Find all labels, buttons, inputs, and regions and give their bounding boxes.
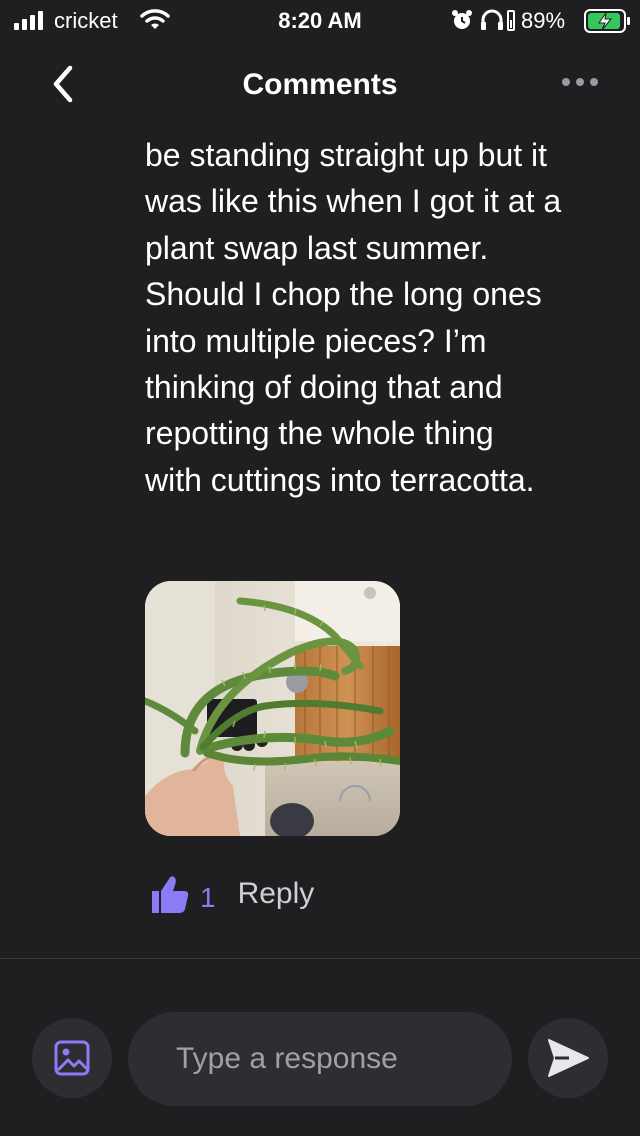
comment-body: be standing straight up but it was like … xyxy=(145,132,615,503)
battery-charging-icon xyxy=(584,9,630,33)
navigation-bar: Comments xyxy=(0,56,640,116)
response-input[interactable] xyxy=(128,1012,512,1106)
comment-line: repotting the whole thing xyxy=(145,415,494,452)
comment-line: plant swap last summer. xyxy=(145,229,489,266)
comment-line: be standing straight up but it xyxy=(145,137,548,173)
comment-actions: 1 Reply xyxy=(148,870,314,918)
page-title: Comments xyxy=(242,68,398,101)
comment-line: Should I chop the long ones xyxy=(145,276,542,313)
response-composer xyxy=(0,1010,640,1106)
headphones-icon xyxy=(481,9,515,31)
comment-line: thinking of doing that and xyxy=(145,369,503,406)
thumbs-up-icon[interactable] xyxy=(148,873,190,915)
battery-percentage: 89% xyxy=(521,8,566,33)
like-count: 1 xyxy=(200,882,216,913)
send-button[interactable] xyxy=(528,1018,608,1098)
ellipsis-icon[interactable] xyxy=(562,78,598,86)
scroll-mask xyxy=(0,116,640,136)
reply-button[interactable]: Reply xyxy=(238,877,315,911)
attach-image-button[interactable] xyxy=(32,1018,112,1098)
status-bar: cricket 8:20 AM 89% xyxy=(0,0,640,40)
divider xyxy=(0,958,640,959)
comment-line: into multiple pieces? I’m xyxy=(145,322,487,359)
image-icon xyxy=(54,1040,90,1076)
comment-photo[interactable] xyxy=(145,581,400,836)
alarm-icon xyxy=(452,10,472,29)
send-icon xyxy=(548,1039,589,1077)
comment-line: was like this when I got it at a xyxy=(145,183,562,220)
comment-line: with cuttings into terracotta. xyxy=(145,461,535,498)
